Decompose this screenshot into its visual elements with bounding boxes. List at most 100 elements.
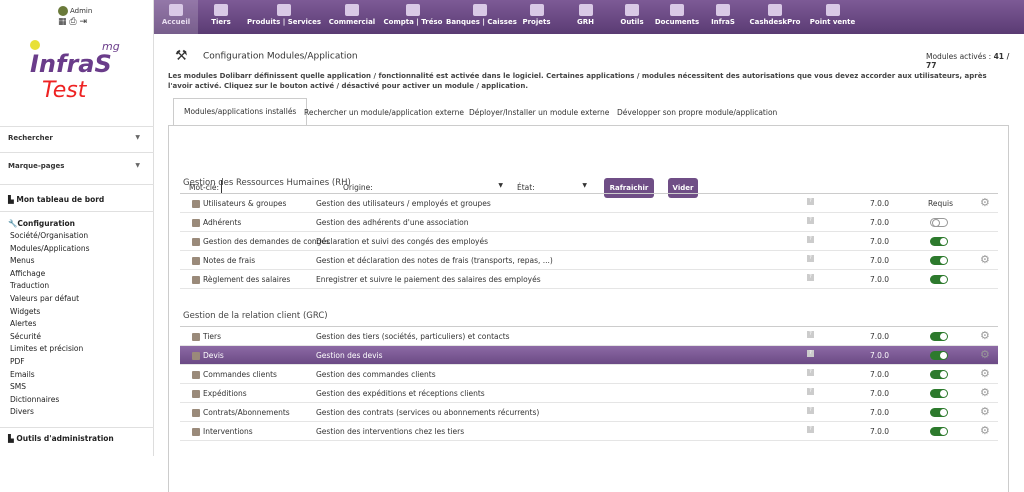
nav-label: CashdeskPro — [749, 18, 801, 26]
module-icon — [192, 276, 200, 284]
help-icon[interactable]: ? — [807, 388, 814, 395]
table-row[interactable]: Devis Gestion des devis? 7.0.0 ⚙ — [180, 346, 998, 365]
nav-item-5[interactable]: Banques | Caisses — [446, 0, 517, 34]
module-description: Gestion des interventions chez les tiers — [316, 427, 465, 436]
user-name[interactable]: Admin — [70, 7, 92, 15]
tab-1[interactable]: Rechercher un module/application externe — [294, 100, 474, 125]
tab-3[interactable]: Développer son propre module/application — [607, 100, 787, 125]
module-icon — [192, 390, 200, 398]
origin-select[interactable]: ▼ — [373, 180, 503, 194]
logout-icon[interactable]: ⇥ — [79, 17, 87, 27]
calculator-icon[interactable]: ▦ — [58, 17, 67, 27]
company-logo[interactable]: mg InfraS Test — [30, 40, 130, 110]
module-toggle[interactable] — [930, 275, 948, 284]
help-icon[interactable]: ? — [807, 198, 814, 205]
sidebar-config-item[interactable]: Emails — [10, 370, 35, 379]
help-icon[interactable]: ? — [807, 236, 814, 243]
modules-count: Modules activés : 41 / 77 — [926, 52, 1015, 70]
table-row[interactable]: Règlement des salaires Enregistrer et sui… — [180, 270, 998, 289]
divider — [0, 152, 154, 153]
tab-2[interactable]: Déployer/Installer un module externe — [459, 100, 619, 125]
table-row[interactable]: Utilisateurs & groupes Gestion des utilis… — [180, 194, 998, 213]
search-section[interactable]: Rechercher ▼ — [8, 134, 140, 142]
bookmarks-section[interactable]: Marque-pages ▼ — [8, 162, 140, 170]
gear-icon[interactable]: ⚙ — [980, 196, 990, 209]
nav-item-4[interactable]: Compta | Tréso — [380, 0, 446, 34]
help-icon[interactable]: ? — [807, 217, 814, 224]
gear-icon[interactable]: ⚙ — [980, 329, 990, 342]
gear-icon[interactable]: ⚙ — [980, 386, 990, 399]
config-menu-title[interactable]: 🔧Configuration — [8, 219, 75, 228]
help-icon[interactable]: ? — [807, 407, 814, 414]
module-toggle[interactable] — [930, 389, 948, 398]
print-icon[interactable]: ⎙ — [69, 17, 76, 27]
gear-icon[interactable]: ⚙ — [980, 253, 990, 266]
table-row[interactable]: Gestion des demandes de congés Déclaratio… — [180, 232, 998, 251]
nav-item-2[interactable]: Produits | Services — [244, 0, 324, 34]
sidebar-config-item[interactable]: Affichage — [10, 269, 45, 278]
state-select[interactable]: ▼ — [535, 180, 587, 194]
help-icon[interactable]: ? — [807, 255, 814, 262]
nav-item-8[interactable]: Outils — [612, 0, 652, 34]
nav-item-1[interactable]: Tiers — [198, 0, 244, 34]
module-toggle[interactable] — [930, 218, 948, 227]
dashboard-link[interactable]: ▙ Mon tableau de bord — [8, 195, 104, 204]
help-icon[interactable]: ? — [807, 369, 814, 376]
nav-item-3[interactable]: Commercial — [324, 0, 380, 34]
sidebar-config-item[interactable]: Menus — [10, 256, 35, 265]
nav-label: Banques | Caisses — [446, 18, 517, 26]
nav-item-9[interactable]: Documents — [652, 0, 702, 34]
help-icon[interactable]: ? — [807, 350, 814, 357]
nav-item-6[interactable]: Projets — [514, 0, 559, 34]
sidebar-config-item[interactable]: Sécurité — [10, 332, 41, 341]
table-row[interactable]: Interventions Gestion des interventions c… — [180, 422, 998, 441]
module-toggle[interactable] — [930, 351, 948, 360]
nav-icon — [473, 4, 487, 16]
gear-icon[interactable]: ⚙ — [980, 367, 990, 380]
gear-icon[interactable]: ⚙ — [980, 405, 990, 418]
table-row[interactable]: Adhérents Gestion des adhérents d'une ass… — [180, 213, 998, 232]
sidebar-config-item[interactable]: Dictionnaires — [10, 395, 59, 404]
table-row[interactable]: Expéditions Gestion des expéditions et ré… — [180, 384, 998, 403]
module-name-text: Adhérents — [203, 218, 242, 227]
nav-item-7[interactable]: GRH — [559, 0, 612, 34]
sidebar-config-item[interactable]: Traduction — [10, 281, 49, 290]
user-block[interactable]: Admin — [58, 6, 92, 16]
module-version: 7.0.0 — [870, 408, 890, 417]
sidebar-config-item[interactable]: Widgets — [10, 307, 40, 316]
sidebar-config-item[interactable]: Valeurs par défaut — [10, 294, 79, 303]
table-row[interactable]: Commandes clients Gestion des commandes c… — [180, 365, 998, 384]
gear-icon[interactable]: ⚙ — [980, 348, 990, 361]
sidebar-config-item[interactable]: Divers — [10, 407, 34, 416]
tab-0[interactable]: Modules/applications installés — [173, 98, 308, 125]
chevron-down-icon[interactable]: ▼ — [135, 134, 140, 141]
nav-icon — [578, 4, 593, 16]
module-toggle[interactable] — [930, 332, 948, 341]
module-toggle[interactable] — [930, 370, 948, 379]
sidebar-config-item[interactable]: Alertes — [10, 319, 36, 328]
chevron-down-icon[interactable]: ▼ — [135, 162, 140, 169]
table-row[interactable]: Contrats/Abonnements Gestion des contrats… — [180, 403, 998, 422]
module-name-text: Tiers — [203, 332, 222, 341]
sidebar-config-item[interactable]: Société/Organisation — [10, 231, 88, 240]
table-row[interactable]: Notes de frais Gestion et déclaration des… — [180, 251, 998, 270]
help-icon[interactable]: ? — [807, 426, 814, 433]
nav-item-11[interactable]: CashdeskPro — [744, 0, 806, 34]
module-toggle[interactable] — [930, 256, 948, 265]
module-toggle[interactable] — [930, 237, 948, 246]
module-icon — [192, 409, 200, 417]
sidebar-config-item[interactable]: PDF — [10, 357, 25, 366]
module-toggle[interactable] — [930, 427, 948, 436]
help-icon[interactable]: ? — [807, 331, 814, 338]
nav-item-12[interactable]: Point vente — [806, 0, 859, 34]
sidebar-config-item[interactable]: SMS — [10, 382, 26, 391]
help-icon[interactable]: ? — [807, 274, 814, 281]
sidebar-config-item[interactable]: Modules/Applications — [10, 244, 90, 253]
module-toggle[interactable] — [930, 408, 948, 417]
nav-item-0[interactable]: Accueil — [154, 0, 198, 34]
gear-icon[interactable]: ⚙ — [980, 424, 990, 437]
sidebar-config-item[interactable]: Limites et précision — [10, 344, 83, 353]
nav-item-10[interactable]: InfraS — [702, 0, 744, 34]
admin-tools-link[interactable]: ▙ Outils d'administration — [8, 434, 114, 443]
table-row[interactable]: Tiers Gestion des tiers (sociétés, partic… — [180, 327, 998, 346]
